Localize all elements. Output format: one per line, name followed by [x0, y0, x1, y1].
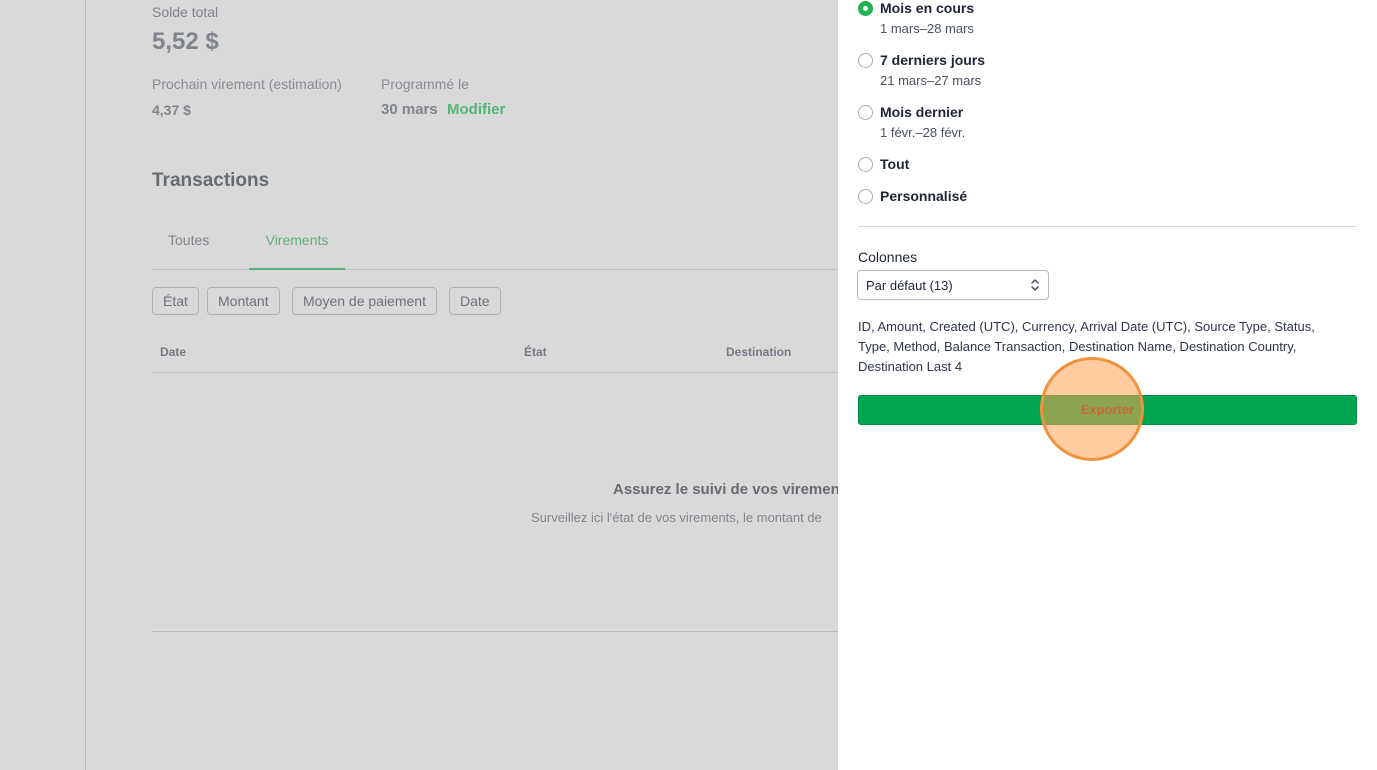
date-option-label: Personnalisé [880, 188, 968, 204]
radio-icon[interactable] [858, 105, 873, 120]
modal-backdrop[interactable] [0, 0, 838, 770]
radio-icon[interactable] [858, 189, 873, 204]
date-option-label: 7 derniers jours [880, 52, 986, 68]
columns-description: ID, Amount, Created (UTC), Currency, Arr… [858, 319, 1315, 374]
section-divider [858, 226, 1357, 227]
export-button[interactable]: Exporter [858, 395, 1357, 425]
radio-selected-icon[interactable] [858, 1, 873, 16]
date-option-range: 1 févr.–28 févr. [880, 125, 966, 140]
date-option-label: Mois dernier [880, 104, 964, 120]
date-option-label: Tout [880, 156, 910, 172]
radio-icon[interactable] [858, 157, 873, 172]
columns-label: Colonnes [858, 249, 918, 265]
radio-icon[interactable] [858, 53, 873, 68]
date-option-range: 21 mars–27 mars [880, 73, 982, 88]
chevron-up-down-icon [1031, 279, 1039, 291]
columns-select[interactable]: Par défaut (13) [857, 270, 1049, 300]
date-option-label: Mois en cours [880, 0, 975, 16]
date-option-range: 1 mars–28 mars [880, 21, 974, 36]
columns-select-value: Par défaut (13) [866, 278, 953, 293]
export-panel: Mois en cours 1 mars–28 mars 7 derniers … [838, 0, 1377, 770]
